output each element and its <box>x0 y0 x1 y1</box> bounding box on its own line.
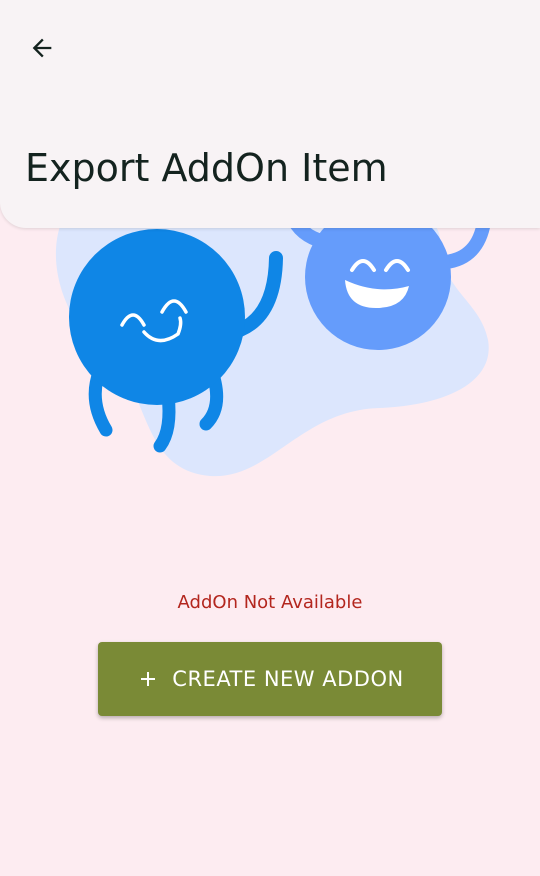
create-new-addon-button[interactable]: CREATE NEW ADDON <box>98 642 442 716</box>
back-button[interactable] <box>18 24 66 72</box>
plus-icon <box>141 672 156 686</box>
page-title: Export AddOn Item <box>25 146 388 190</box>
create-button-label: CREATE NEW ADDON <box>172 667 404 691</box>
arrow-left-icon <box>32 38 52 58</box>
top-app-bar: Export AddOn Item <box>0 0 540 228</box>
empty-state-message: AddOn Not Available <box>177 592 363 613</box>
